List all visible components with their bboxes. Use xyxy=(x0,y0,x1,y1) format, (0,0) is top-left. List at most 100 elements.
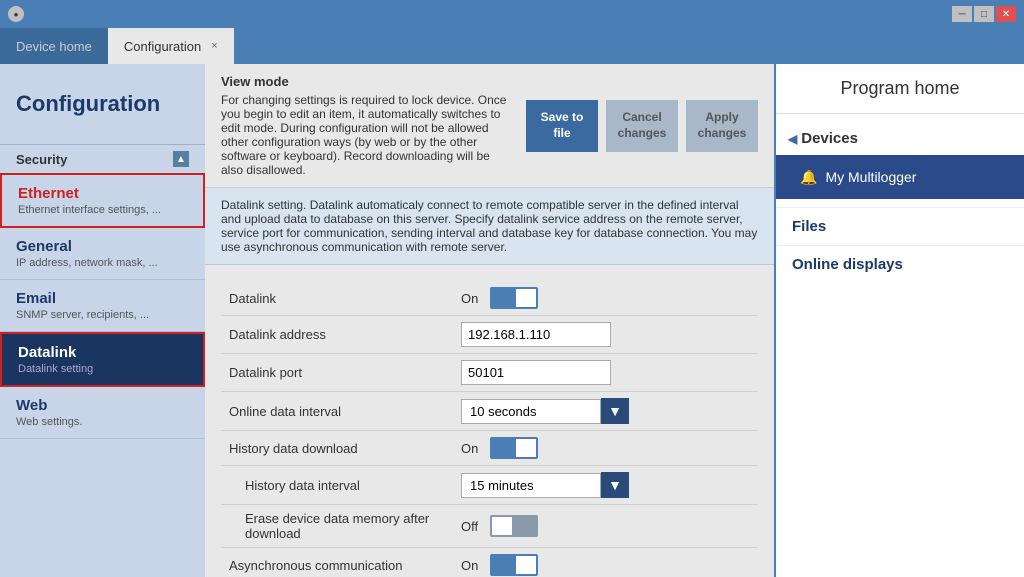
setting-row-erase-data: Erase device data memory after download … xyxy=(221,505,758,548)
datalink-toggle[interactable] xyxy=(490,287,538,309)
setting-row-history-interval: History data interval 15 minutes ▼ xyxy=(221,466,758,505)
erase-data-toggle-thumb xyxy=(492,517,512,535)
async-toggle[interactable] xyxy=(490,554,538,576)
bell-icon: 🔔 xyxy=(800,169,817,186)
right-nav-online-displays[interactable]: Online displays xyxy=(776,245,1024,283)
view-mode-text: View mode For changing settings is requi… xyxy=(221,74,514,177)
tab-close-icon[interactable]: × xyxy=(211,40,217,52)
setting-label-datalink: Datalink xyxy=(221,291,461,306)
setting-label-erase-data: Erase device data memory after download xyxy=(221,511,461,541)
title-bar-controls: ─ □ ✕ xyxy=(952,6,1016,22)
sidebar-item-ethernet[interactable]: Ethernet Ethernet interface settings, ..… xyxy=(0,173,205,228)
setting-label-datalink-address: Datalink address xyxy=(221,327,461,342)
datalink-toggle-thumb xyxy=(516,289,536,307)
title-bar: ● ─ □ ✕ xyxy=(0,0,1024,28)
async-toggle-thumb xyxy=(516,556,536,574)
devices-arrow-icon: ◀ xyxy=(788,132,797,146)
sidebar-item-web-sub: Web settings. xyxy=(16,416,189,428)
history-download-toggle-thumb xyxy=(516,439,536,457)
description-text: Datalink setting. Datalink automaticaly … xyxy=(221,198,757,254)
setting-label-datalink-port: Datalink port xyxy=(221,365,461,380)
save-to-file-button[interactable]: Save tofile xyxy=(526,100,598,152)
sidebar-item-datalink-title: Datalink xyxy=(18,344,187,361)
setting-label-history-interval: History data interval xyxy=(221,478,461,493)
setting-value-erase-data: Off xyxy=(461,515,758,537)
app-icon: ● xyxy=(8,6,24,22)
security-section-header: Security ▲ xyxy=(0,144,205,173)
tab-configuration[interactable]: Configuration × xyxy=(108,28,234,64)
settings-content: Datalink On Datalink address Datalink po… xyxy=(205,265,774,577)
datalink-address-input[interactable] xyxy=(461,322,611,347)
files-label: Files xyxy=(792,218,826,235)
sidebar-item-email-title: Email xyxy=(16,290,189,307)
close-button[interactable]: ✕ xyxy=(996,6,1016,22)
tab-configuration-label: Configuration xyxy=(124,39,201,54)
sidebar-items: Ethernet Ethernet interface settings, ..… xyxy=(0,173,205,577)
tab-device-home[interactable]: Device home xyxy=(0,28,108,64)
tab-device-home-label: Device home xyxy=(16,39,92,54)
setting-value-datalink-port xyxy=(461,360,758,385)
devices-label: Devices xyxy=(801,130,858,147)
async-toggle-value: On xyxy=(461,558,478,573)
content-area: View mode For changing settings is requi… xyxy=(205,64,774,577)
setting-value-online-interval: 10 seconds ▼ xyxy=(461,398,758,424)
sidebar-item-general[interactable]: General IP address, network mask, ... xyxy=(0,228,205,280)
setting-label-online-interval: Online data interval xyxy=(221,404,461,419)
tab-bar: Device home Configuration × xyxy=(0,28,1024,64)
security-label-text: Security xyxy=(16,152,67,167)
datalink-toggle-value: On xyxy=(461,291,478,306)
cancel-changes-button[interactable]: Cancelchanges xyxy=(606,100,678,152)
sidebar-item-general-title: General xyxy=(16,238,189,255)
left-panel: Configuration Security ▲ Ethernet Ethern… xyxy=(0,64,205,577)
view-mode-description: For changing settings is required to loc… xyxy=(221,93,506,177)
sidebar-item-email[interactable]: Email SNMP server, recipients, ... xyxy=(0,280,205,332)
config-title: Configuration xyxy=(0,64,205,144)
maximize-button[interactable]: □ xyxy=(974,6,994,22)
erase-data-toggle[interactable] xyxy=(490,515,538,537)
online-interval-value: 10 seconds xyxy=(461,399,601,424)
setting-row-online-interval: Online data interval 10 seconds ▼ xyxy=(221,392,758,431)
online-interval-dropdown: 10 seconds ▼ xyxy=(461,398,629,424)
apply-changes-button[interactable]: Applychanges xyxy=(686,100,758,152)
sidebar-item-ethernet-title: Ethernet xyxy=(18,185,187,202)
sidebar-item-datalink[interactable]: Datalink Datalink setting xyxy=(0,332,205,387)
history-interval-value: 15 minutes xyxy=(461,473,601,498)
erase-data-toggle-value: Off xyxy=(461,519,478,534)
datalink-port-input[interactable] xyxy=(461,360,611,385)
collapse-button[interactable]: ▲ xyxy=(173,151,189,167)
online-displays-label: Online displays xyxy=(792,256,903,273)
online-interval-arrow[interactable]: ▼ xyxy=(601,398,629,424)
setting-value-history-interval: 15 minutes ▼ xyxy=(461,472,758,498)
sidebar-item-web-title: Web xyxy=(16,397,189,414)
main-container: Configuration Security ▲ Ethernet Ethern… xyxy=(0,64,1024,577)
setting-label-history-download: History data download xyxy=(221,441,461,456)
setting-value-datalink-address xyxy=(461,322,758,347)
right-devices-section: ◀ Devices 🔔 My Multilogger xyxy=(776,114,1024,207)
right-devices-header[interactable]: ◀ Devices xyxy=(776,122,1024,155)
my-multilogger-label: My Multilogger xyxy=(825,169,916,185)
title-bar-left: ● xyxy=(8,6,24,22)
setting-row-datalink-port: Datalink port xyxy=(221,354,758,392)
right-nav-files[interactable]: Files xyxy=(776,207,1024,245)
view-mode-title: View mode xyxy=(221,74,514,89)
right-panel: Program home ◀ Devices 🔔 My Multilogger … xyxy=(774,64,1024,577)
setting-label-async: Asynchronous communication xyxy=(221,558,461,573)
sidebar-item-general-sub: IP address, network mask, ... xyxy=(16,257,189,269)
setting-value-history-download: On xyxy=(461,437,758,459)
description-bar: Datalink setting. Datalink automaticaly … xyxy=(205,188,774,265)
setting-value-async: On xyxy=(461,554,758,576)
history-download-toggle[interactable] xyxy=(490,437,538,459)
setting-row-datalink: Datalink On xyxy=(221,281,758,316)
sidebar-item-datalink-sub: Datalink setting xyxy=(18,363,187,375)
sidebar-item-ethernet-sub: Ethernet interface settings, ... xyxy=(18,204,187,216)
history-interval-arrow[interactable]: ▼ xyxy=(601,472,629,498)
action-buttons: Save tofile Cancelchanges Applychanges xyxy=(526,74,758,177)
history-download-toggle-value: On xyxy=(461,441,478,456)
setting-value-datalink: On xyxy=(461,287,758,309)
top-bar: View mode For changing settings is requi… xyxy=(205,64,774,188)
right-item-my-multilogger[interactable]: 🔔 My Multilogger xyxy=(776,155,1024,199)
minimize-button[interactable]: ─ xyxy=(952,6,972,22)
sidebar-item-email-sub: SNMP server, recipients, ... xyxy=(16,309,189,321)
sidebar-item-web[interactable]: Web Web settings. xyxy=(0,387,205,439)
setting-row-history-download: History data download On xyxy=(221,431,758,466)
